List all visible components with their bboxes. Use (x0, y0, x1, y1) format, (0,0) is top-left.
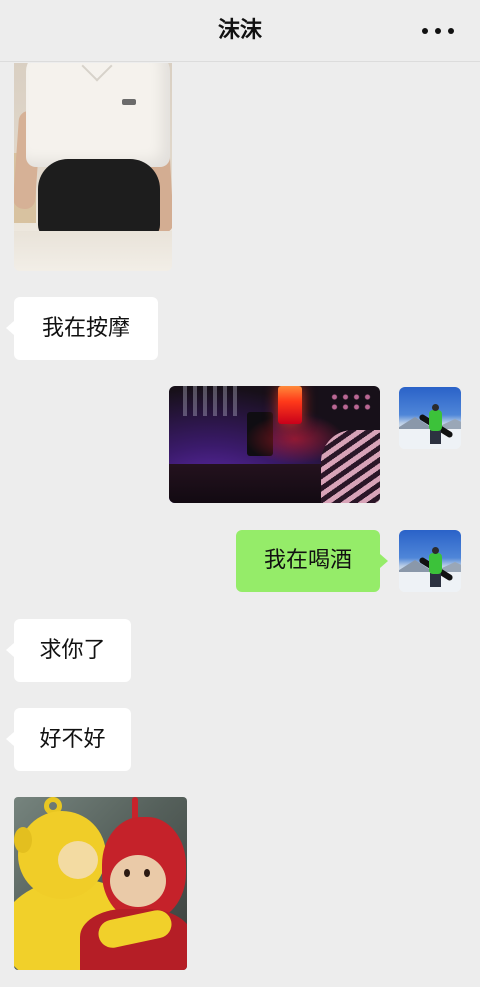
avatar-person-jacket (429, 553, 442, 574)
chat-title: 沫沫 (217, 18, 262, 43)
sent-image-message[interactable] (169, 386, 380, 503)
red-eye (144, 869, 150, 877)
red-eye (124, 869, 130, 877)
black-pants (38, 159, 160, 239)
sent-text-bubble[interactable]: 我在喝酒 (236, 530, 388, 592)
avatar-person-jacket (429, 410, 442, 431)
chat-header: 沫沫 (0, 0, 480, 62)
message-text: 我在喝酒 (263, 548, 352, 573)
striped-sleeve (321, 430, 380, 503)
received-image-message[interactable] (14, 63, 172, 271)
avatar-person-legs (430, 573, 441, 587)
more-dot (422, 28, 428, 34)
avatar-person-head (432, 547, 439, 554)
message-text: 我在按摩 (41, 316, 130, 341)
bed-sheet (14, 231, 172, 271)
my-avatar[interactable] (399, 530, 461, 592)
more-dot (435, 28, 441, 34)
red-lamp (278, 386, 302, 424)
received-sticker-message[interactable] (14, 797, 187, 970)
light-dots (329, 392, 375, 412)
yellow-face (58, 841, 98, 879)
more-icon[interactable] (418, 20, 458, 40)
message-text: 求你了 (39, 638, 106, 663)
received-text-bubble[interactable]: 求你了 (6, 619, 131, 682)
more-dot (448, 28, 454, 34)
message-text: 好不好 (39, 727, 106, 752)
received-text-bubble[interactable]: 好不好 (6, 708, 131, 771)
yellow-ear (14, 827, 32, 853)
bar-counter (169, 464, 329, 503)
avatar-person-head (432, 404, 439, 411)
chat-screen: 沫沫 我在按摩 我在喝酒 求你了 好不好 (0, 0, 480, 987)
red-face (110, 855, 166, 907)
shirt-logo (122, 99, 136, 105)
bottles (183, 386, 243, 416)
received-text-bubble[interactable]: 我在按摩 (6, 297, 158, 360)
avatar-person-legs (430, 430, 441, 444)
my-avatar[interactable] (399, 387, 461, 449)
